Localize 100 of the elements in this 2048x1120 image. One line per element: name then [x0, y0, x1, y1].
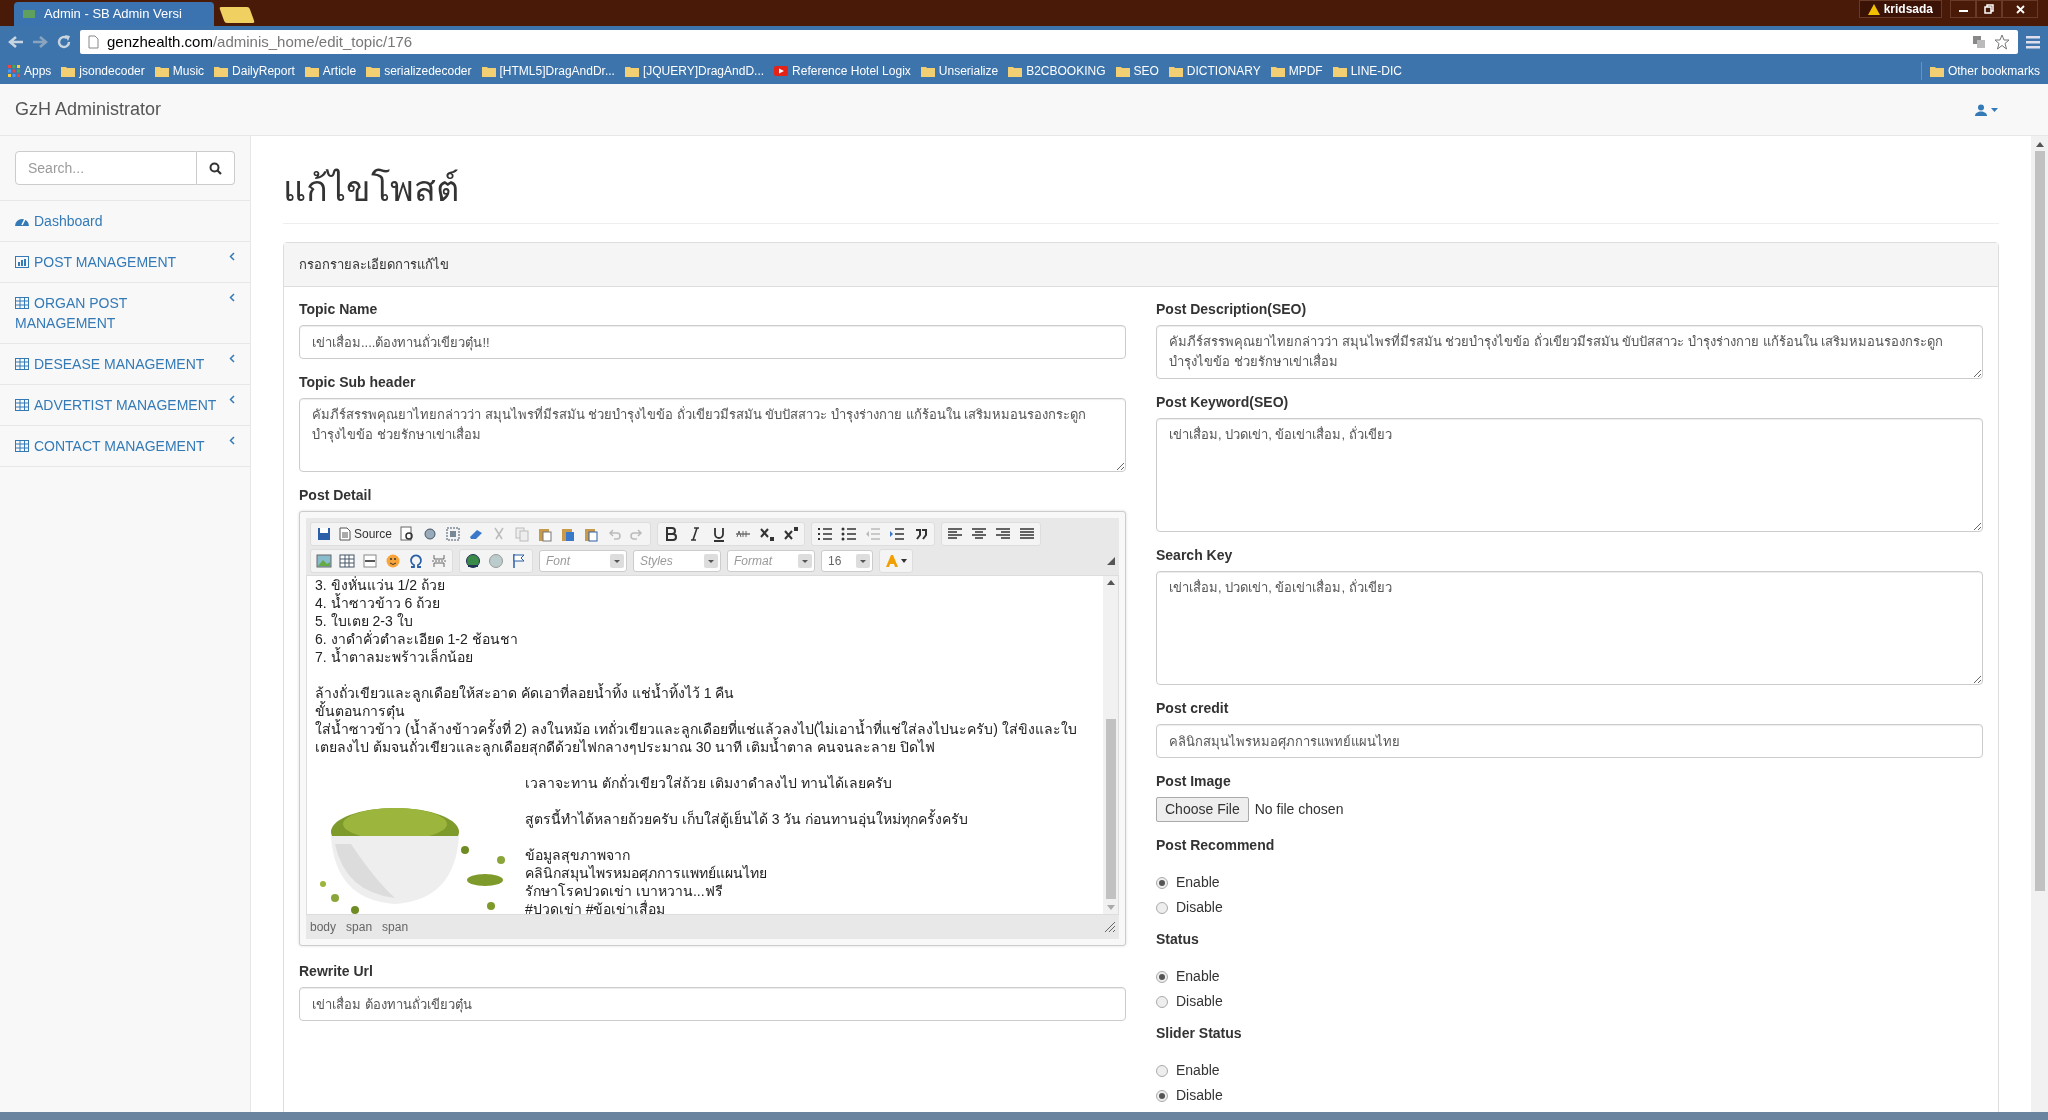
subscript-icon[interactable] — [759, 526, 776, 543]
close-button[interactable] — [2002, 0, 2038, 18]
editor-text-line[interactable]: #ปวดเข่า #ข้อเข่าเสื่อม — [525, 900, 969, 915]
sidebar-item[interactable]: DESEASE MANAGEMENT — [0, 344, 250, 385]
editor-text-line[interactable]: 7. น้ำตาลมะพร้าวเล็กน้อย — [315, 648, 1095, 667]
star-icon[interactable] — [1994, 34, 2010, 50]
preview-icon[interactable] — [399, 526, 416, 543]
editor-text-line[interactable]: 5. ใบเตย 2-3 ใบ — [315, 612, 1095, 631]
bookmark-item[interactable]: SEO — [1115, 62, 1159, 80]
paste-text-icon[interactable] — [560, 526, 577, 543]
choose-file-button[interactable]: Choose File — [1156, 797, 1249, 823]
text-area[interactable]: คัมภีร์สรรพคุณยาไทยกล่าวว่า สมุนไพรที่มีรสมัน ช่วยบำรุงไขข้อ ถั่วเขียวมีรสมัน ขับปัสสาวะ บำรุงร่างกาย แก้ร้อนใน เสริมหมอนรองกระดูก บำรุงไขข้อ ช่วยรักษาเข่าเสื่อม — [1156, 325, 1983, 380]
bookmark-item[interactable]: jsondecoder — [61, 62, 145, 80]
text-area[interactable]: เข่าเสื่อม, ปวดเข่า, ข้อเข่าเสื่อม, ถั่วเขียว — [1156, 418, 1983, 533]
sidebar-item[interactable]: POST MANAGEMENT — [0, 242, 250, 283]
bookmark-item[interactable]: serializedecoder — [366, 62, 472, 80]
sidebar-item[interactable]: ADVERTIST MANAGEMENT — [0, 385, 250, 426]
bold-icon[interactable] — [663, 526, 680, 543]
sidebar-item[interactable]: CONTACT MANAGEMENT — [0, 426, 250, 467]
restore-button[interactable] — [1976, 0, 2002, 18]
numbered-list-icon[interactable] — [817, 526, 834, 543]
bookmark-item[interactable]: Other bookmarks — [1929, 62, 2040, 80]
resize-handle-icon[interactable] — [1105, 922, 1115, 933]
source-button[interactable]: Source — [339, 525, 393, 544]
radio-button[interactable] — [1156, 901, 1168, 914]
scroll-up-icon[interactable] — [1106, 580, 1115, 586]
bookmark-item[interactable]: [JQUERY]DragAndD... — [624, 62, 765, 80]
browser-tab[interactable]: Admin - SB Admin Versi — [14, 2, 214, 26]
radio-button[interactable] — [1156, 1089, 1168, 1102]
element-path-item[interactable]: span — [382, 918, 409, 937]
sidebar-item[interactable]: ORGAN POST MANAGEMENT — [0, 283, 250, 344]
smiley-icon[interactable] — [385, 553, 401, 570]
select-all-icon[interactable] — [445, 526, 462, 543]
menu-icon[interactable] — [2026, 35, 2040, 49]
search-button[interactable] — [197, 151, 235, 185]
editor-text-line[interactable]: ข้อมูลสุขภาพจาก — [525, 846, 969, 865]
flag-icon[interactable] — [511, 553, 527, 570]
rich-text-editor[interactable] — [299, 511, 1126, 947]
toolbar-dropdown[interactable]: 16 — [821, 550, 873, 573]
text-color-button[interactable] — [879, 549, 913, 574]
address-bar[interactable]: genzhealth.com/adminis_home/edit_topic/176 — [80, 30, 2018, 54]
editor-text-line[interactable]: เวลาจะทาน ตักถั่วเขียวใส่ถ้วย เติมงาดำลงไป ทานได้เลยครับ — [525, 774, 969, 793]
play-icon — [774, 66, 789, 76]
editor-text-line[interactable]: ล้างถั่วเขียวและลูกเดือยให้สะอาด คัดเอาที่ลอยน้ำทิ้ง แช่น้ำทิ้งไว้ 1 คืน — [315, 684, 1095, 703]
new-tab-button[interactable] — [219, 7, 255, 23]
text-field[interactable]: เข่าเสื่อม....ต้องทานถั่วเขียวตุ๋น!! — [299, 325, 1126, 360]
editor-text-line[interactable]: ใส่น้ำซาวข้าว (น้ำล้างข้าวครั้งที่ 2) ลงในหม้อ เทถั่วเขียวและลูกเดือยที่แช่แล้วลงไป(ไม่เอาน้ำที่แช่ใส่ลงไปนะครับ) ใส่ขิงและใบเตยลงไป ต้มจนถั่วเขียวและลูกเดือยสุกดีด้วยไฟกลางๆประมาณ 30 นาที เติมน้ำตาล คนจนละลาย ปิดไฟ — [315, 720, 1095, 757]
table-icon[interactable] — [339, 553, 355, 570]
text-field[interactable]: คลินิกสมุนไพรหมอศุภการแพทย์แผนไทย — [1156, 724, 1983, 759]
omega-icon[interactable] — [408, 553, 424, 570]
bookmark-item[interactable]: Unserialize — [920, 62, 999, 80]
caret-icon — [901, 559, 907, 564]
save-icon[interactable] — [316, 526, 332, 543]
paste-word-icon[interactable] — [583, 526, 600, 543]
minimize-button[interactable] — [1950, 0, 1976, 18]
scroll-up-icon[interactable] — [2035, 142, 2044, 147]
reload-icon[interactable] — [56, 34, 72, 50]
panel-heading: กรอกรายละเอียดการแก้ไข — [284, 242, 1998, 288]
user-menu-button[interactable] — [1975, 103, 1998, 116]
bookmark-item[interactable]: Music — [154, 62, 205, 80]
radio-button[interactable] — [1156, 1064, 1168, 1077]
image-icon[interactable] — [316, 553, 332, 570]
editor-text-line[interactable]: คลินิกสมุนไพรหมอศุภการแพทย์แผนไทย — [525, 864, 969, 883]
element-path-item[interactable]: span — [346, 918, 373, 937]
bookmark-item[interactable]: MPDF — [1270, 62, 1323, 80]
translate-icon[interactable] — [1972, 35, 1986, 49]
toolbar-dropdown[interactable]: Font — [539, 550, 627, 573]
editor-scrollbar[interactable] — [1103, 576, 1118, 915]
toolbar-dropdown[interactable]: Styles — [633, 550, 721, 573]
brand-title[interactable]: GzH Administrator — [15, 96, 162, 123]
radio-button[interactable] — [1156, 876, 1168, 889]
back-icon[interactable] — [8, 35, 24, 49]
text-field[interactable]: เข่าเสื่อม ต้องทานถั่วเขียวตุ๋น — [299, 987, 1126, 1022]
editor-text-line[interactable]: 4. น้ำซาวข้าว 6 ถ้วย — [315, 594, 1095, 613]
search-field[interactable]: Search... — [15, 151, 197, 185]
editor-text-line[interactable]: รักษาโรคปวดเข่า เบาหวาน...ฟรี — [525, 882, 969, 901]
indent-icon[interactable] — [889, 526, 906, 543]
element-path-item[interactable]: body — [310, 918, 337, 937]
profile-button[interactable]: kridsada — [1858, 0, 1942, 18]
text-area[interactable]: เข่าเสื่อม, ปวดเข่า, ข้อเข่าเสื่อม, ถั่วเขียว — [1156, 571, 1983, 686]
editor-text-line[interactable]: สูตรนี้ทำได้หลายถ้วยครับ เก็บใส่ตู้เย็นได้ 3 วัน ก่อนทานอุ่นใหม่ทุกครั้งครับ — [525, 810, 969, 829]
bookmark-item[interactable]: [HTML5]DragAndDr... — [481, 62, 615, 80]
sidebar-item[interactable]: Dashboard — [0, 201, 250, 242]
page-scrollbar[interactable] — [2031, 136, 2048, 1112]
radio-button[interactable] — [1156, 995, 1168, 1008]
toolbar-dropdown[interactable]: Format — [727, 550, 815, 573]
collapse-toolbar-icon[interactable] — [1107, 557, 1115, 566]
bookmark-item[interactable]: Apps — [8, 62, 52, 80]
bookmark-item[interactable]: DICTIONARY — [1168, 62, 1261, 80]
bookmark-item[interactable]: DailyReport — [214, 62, 295, 80]
bulleted-list-icon[interactable] — [841, 526, 858, 543]
bookmark-item[interactable]: LINE-DIC — [1332, 62, 1402, 80]
bookmark-item[interactable]: B2CBOOKING — [1008, 62, 1106, 80]
folder-icon — [304, 65, 319, 77]
globe-link-icon[interactable] — [465, 553, 481, 570]
paste-icon[interactable] — [537, 526, 554, 543]
bookmark-item[interactable]: Article — [304, 62, 357, 80]
bookmark-item[interactable]: Reference Hotel Logix — [774, 62, 911, 80]
text-area[interactable]: คัมภีร์สรรพคุณยาไทยกล่าวว่า สมุนไพรที่มีรสมัน ช่วยบำรุงไขข้อ ถั่วเขียวมีรสมัน ขับปัสสาวะ บำรุงร่างกาย แก้ร้อนใน เสริมหมอนรองกระดูก บำรุงไขข้อ ช่วยรักษาเข่าเสื่อม — [299, 398, 1126, 473]
radio-button[interactable] — [1156, 970, 1168, 983]
